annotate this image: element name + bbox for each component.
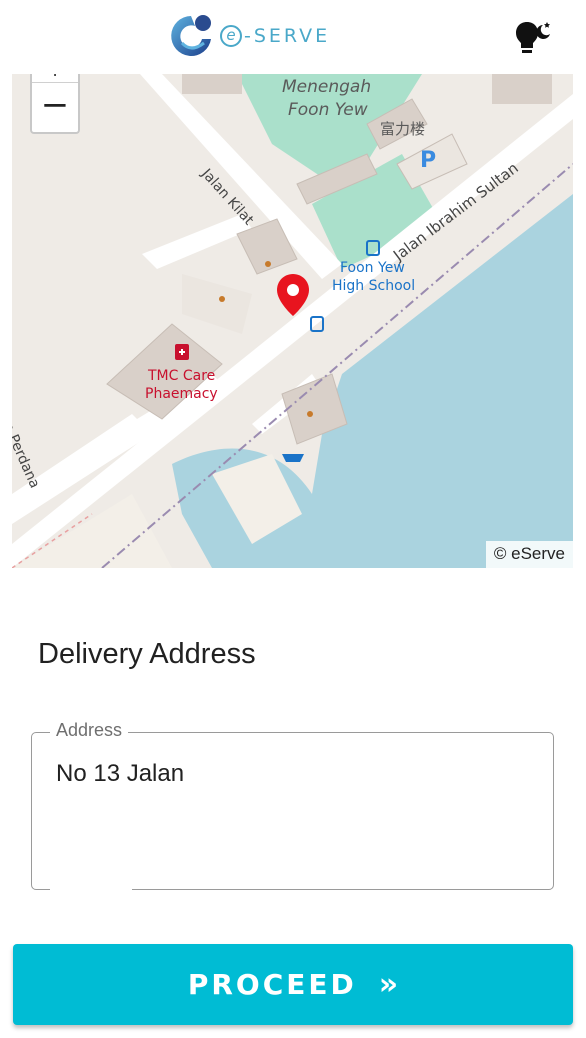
map-label-school-2: Foon Yew	[288, 100, 368, 120]
app-header: e -SERVE	[0, 0, 586, 74]
address-field[interactable]: Address No 13 Jalan	[31, 720, 554, 891]
map-label-tmc-1: TMC Care	[148, 368, 216, 384]
proceed-button[interactable]: PROCEED »	[13, 944, 573, 1025]
address-field-underline	[50, 889, 132, 891]
logo-word: -SERVE	[244, 25, 331, 47]
map-label-foonyew-1: Foon Yew	[340, 260, 405, 276]
map-label-building-cn: 富力楼	[380, 120, 426, 138]
logo-mark-icon	[171, 15, 211, 56]
address-label: Address	[50, 720, 129, 741]
address-input[interactable]: No 13 Jalan	[56, 760, 184, 788]
logo-e: e	[220, 25, 242, 47]
theme-toggle-button[interactable]	[512, 18, 552, 58]
map-attribution[interactable]: © eServe	[485, 541, 573, 568]
zoom-control: + −	[30, 74, 80, 134]
zoom-in-button[interactable]: +	[32, 74, 78, 82]
location-map[interactable]: Menengah Foon Yew 富力楼 P Jalan Kilat Jala…	[12, 74, 573, 568]
eserve-logo[interactable]: e -SERVE	[168, 13, 330, 59]
lightbulb-moon-icon	[516, 22, 550, 53]
logo-text: e -SERVE	[220, 25, 330, 47]
map-label-parking: P	[420, 148, 437, 173]
proceed-label: PROCEED	[187, 968, 357, 1001]
map-label-foonyew-2: High School	[332, 278, 416, 294]
delivery-address-heading: Delivery Address	[38, 638, 256, 670]
double-chevron-right-icon: »	[378, 967, 399, 1002]
map-label-tmc-2: Phaemacy	[145, 386, 218, 402]
zoom-out-button[interactable]: −	[32, 83, 78, 129]
location-pin-icon[interactable]	[275, 272, 311, 318]
map-label-school-1: Menengah	[282, 77, 372, 97]
map-tiles	[12, 74, 573, 568]
